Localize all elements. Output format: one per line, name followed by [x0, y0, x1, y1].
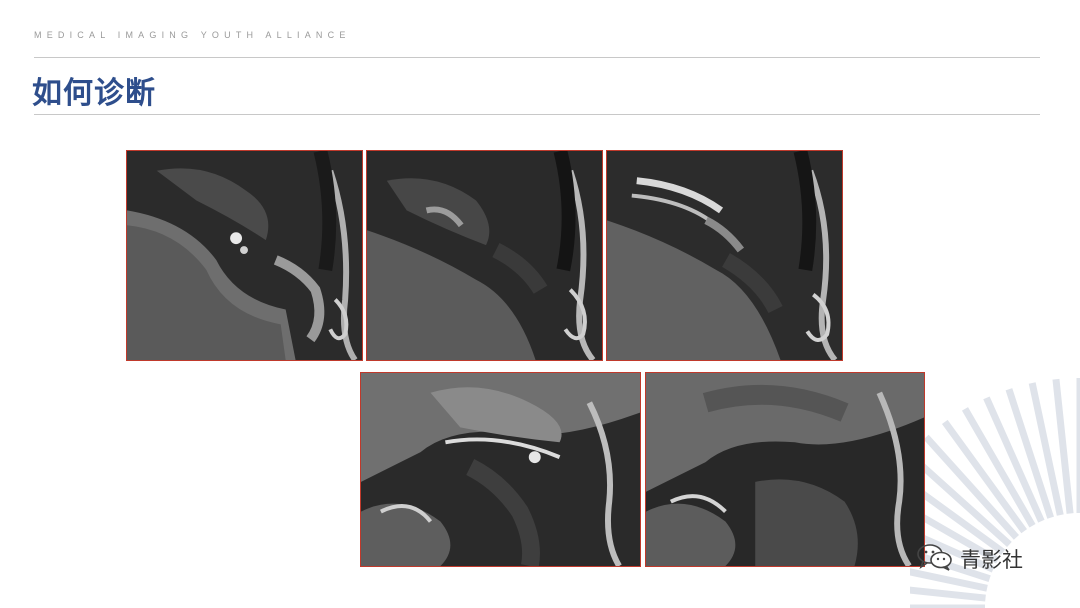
- header-org-name: MEDICAL IMAGING YOUTH ALLIANCE: [34, 30, 351, 40]
- mri-sagittal-3: [606, 150, 843, 361]
- slide-title: 如何诊断: [32, 76, 156, 111]
- mri-coronal-1: [360, 372, 641, 567]
- header-rule-bottom: [34, 114, 1040, 115]
- wechat-icon: [916, 543, 954, 575]
- watermark: 青影社: [916, 543, 1023, 575]
- mri-sagittal-2: [366, 150, 603, 361]
- mri-coronal-2: [645, 372, 925, 567]
- watermark-text: 青影社: [960, 548, 1023, 572]
- header-rule-top: [34, 57, 1040, 58]
- mri-sagittal-1: [126, 150, 363, 361]
